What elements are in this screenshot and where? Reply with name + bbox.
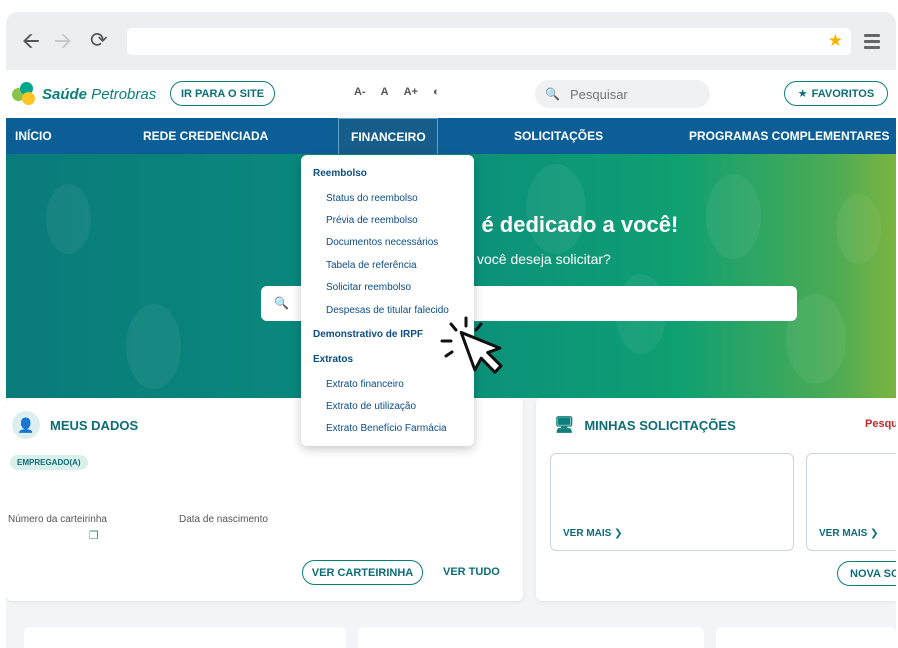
contrast-icon[interactable]: ◐ <box>433 86 440 98</box>
dropdown-item[interactable]: Prévia de reembolso <box>326 215 418 226</box>
ver-mais-link[interactable]: VER MAIS ❯ <box>563 528 623 539</box>
search-input[interactable] <box>569 86 700 102</box>
font-increase-button[interactable]: A+ <box>404 86 418 98</box>
hero-title: al é dedicado a você! <box>457 212 679 237</box>
pesquisar-link[interactable]: Pesqu <box>865 418 896 430</box>
dropdown-item[interactable]: Despesas de titular falecido <box>326 305 449 316</box>
browser-toolbar: 🡨 🡪 ⟳ ★ <box>6 12 896 70</box>
dropdown-item[interactable]: Tabela de referência <box>326 260 417 271</box>
solicitacao-card[interactable]: VER MAIS ❯ <box>806 453 896 551</box>
dropdown-heading-reembolso[interactable]: Reembolso <box>313 168 367 179</box>
solicitacao-card[interactable]: VER MAIS ❯ <box>550 453 794 551</box>
dropdown-item[interactable]: Documentos necessários <box>326 237 438 248</box>
arrow-right-icon[interactable]: 🡪 <box>54 30 72 52</box>
user-icon: 👤 <box>12 411 40 439</box>
chevron-right-icon: ❯ <box>870 528 879 539</box>
search-icon: 🔍 <box>274 296 289 310</box>
numero-carteirinha-label: Número da carteirinha <box>8 514 107 525</box>
ir-para-o-site-button[interactable]: IR PARA O SITE <box>170 81 275 106</box>
chevron-right-icon: ❯ <box>614 528 623 539</box>
reload-icon[interactable]: ⟳ <box>90 30 108 52</box>
nav-item-rede-credenciada[interactable]: REDE CREDENCIADA <box>143 118 268 154</box>
address-bar[interactable]: ★ <box>127 28 851 55</box>
copy-icon[interactable]: ❐ <box>89 529 99 542</box>
nova-solicitacao-button[interactable]: NOVA SO <box>837 561 896 586</box>
logo[interactable]: Saúde Petrobras <box>12 82 156 106</box>
click-cursor-icon <box>440 316 503 374</box>
dropdown-item[interactable]: Solicitar reembolso <box>326 282 411 293</box>
dropdown-item[interactable]: Extrato Benefício Farmácia <box>326 423 447 434</box>
star-icon[interactable]: ★ <box>828 31 843 51</box>
favoritos-label: FAVORITOS <box>811 87 875 100</box>
data-nascimento-label: Data de nascimento <box>179 514 268 525</box>
logo-text: Saúde Petrobras <box>42 85 157 103</box>
nav-item-solicitacoes[interactable]: SOLICITAÇÕES <box>514 118 603 154</box>
ver-tudo-link[interactable]: VER TUDO <box>443 566 500 578</box>
search-icon: 🔍 <box>545 87 560 101</box>
meus-dados-title: MEUS DADOS <box>50 417 139 433</box>
status-badge: EMPREGADO(A) <box>10 455 88 470</box>
dropdown-heading-extratos[interactable]: Extratos <box>313 354 353 365</box>
minhas-solicitacoes-card: 🖥 MINHAS SOLICITAÇÕES Pesqu VER MAIS ❯ V… <box>536 398 896 601</box>
star-icon: ★ <box>797 88 808 100</box>
hamburger-menu-icon[interactable] <box>864 34 880 52</box>
monitor-icon: 🖥 <box>554 417 575 434</box>
arrow-left-icon[interactable]: 🡨 <box>22 30 40 52</box>
nav-item-financeiro[interactable]: FINANCEIRO <box>338 118 438 154</box>
site-header: Saúde Petrobras IR PARA O SITE A- A A+ ◐… <box>6 70 896 118</box>
meus-dados-header: 👤 MEUS DADOS <box>12 411 138 439</box>
nav-item-programas-complementares[interactable]: PROGRAMAS COMPLEMENTARES <box>689 118 889 154</box>
hero-subtitle: você deseja solicitar? <box>477 251 611 267</box>
dropdown-item[interactable]: Status do reembolso <box>326 193 418 204</box>
dropdown-item[interactable]: Extrato de utilização <box>326 401 416 412</box>
dropdown-heading-irpf[interactable]: Demonstrativo de IRPF <box>313 329 423 340</box>
logo-mark-icon <box>12 82 38 106</box>
favoritos-button[interactable]: ★ FAVORITOS <box>784 81 888 106</box>
font-normal-button[interactable]: A <box>381 86 389 98</box>
main-nav: INÍCIO REDE CREDENCIADA FINANCEIRO SOLIC… <box>6 118 896 154</box>
font-size-tools: A- A A+ ◐ <box>354 86 440 98</box>
nav-item-inicio[interactable]: INÍCIO <box>15 118 52 154</box>
bottom-cards-row <box>6 613 896 648</box>
font-decrease-button[interactable]: A- <box>354 86 366 98</box>
header-search: 🔍 <box>535 80 710 108</box>
minhas-solicitacoes-title: MINHAS SOLICITAÇÕES <box>584 417 736 433</box>
ver-mais-link[interactable]: VER MAIS ❯ <box>819 528 879 539</box>
ver-carteirinha-button[interactable]: VER CARTEIRINHA <box>302 560 423 585</box>
dropdown-item[interactable]: Extrato financeiro <box>326 379 404 390</box>
minhas-solicitacoes-header: 🖥 MINHAS SOLICITAÇÕES <box>554 415 736 435</box>
financeiro-dropdown: Reembolso Status do reembolso Prévia de … <box>301 155 474 446</box>
